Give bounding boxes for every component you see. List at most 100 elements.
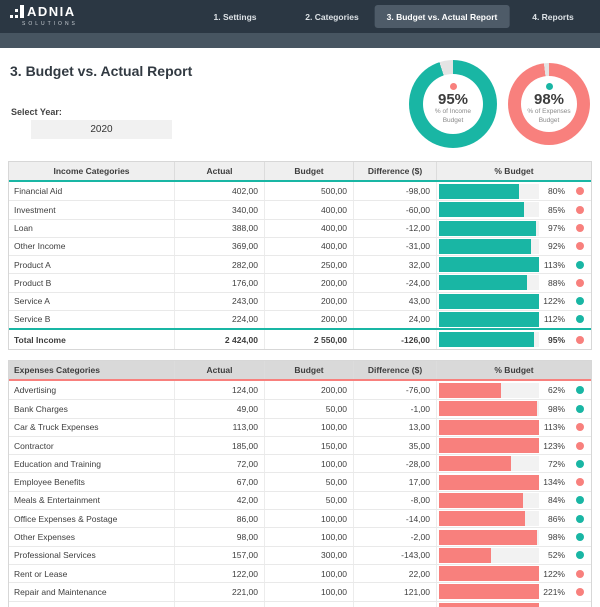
budget-cell: 300,00 — [265, 547, 354, 564]
nav-tab-3[interactable]: 3. Budget vs. Actual Report — [375, 5, 510, 28]
header-band — [0, 33, 600, 48]
actual-cell: 176,00 — [175, 274, 265, 291]
status-dot — [576, 478, 584, 486]
budget-cell: 150,00 — [265, 437, 354, 454]
actual-cell: 86,00 — [175, 510, 265, 527]
pct-budget-bar-track — [439, 294, 539, 309]
pct-budget-bar-track — [439, 383, 539, 398]
pct-budget-bar-track — [439, 420, 539, 435]
budget-cell: 400,00 — [265, 220, 354, 237]
status-dot — [576, 206, 584, 214]
nav-tab-4[interactable]: 4. Reports — [532, 0, 574, 33]
status-dot — [576, 261, 584, 269]
category-cell: Employee Benefits — [9, 473, 175, 490]
difference-cell: -60,00 — [354, 201, 437, 218]
expenses-table: Expenses CategoriesActualBudgetDifferenc… — [8, 360, 592, 607]
difference-cell: 43,00 — [354, 293, 437, 310]
pct-budget-cell: 221% — [437, 583, 591, 600]
pct-budget-bar-track — [439, 456, 539, 471]
budget-cell: 100,00 — [265, 419, 354, 436]
pct-budget-bar-track — [439, 312, 539, 327]
income-budget-donut-chart: 95% % of Income Budget — [409, 60, 497, 148]
donut-marker-dot — [450, 83, 457, 90]
table-row: Meals & Entertainment 42,00 50,00 -8,00 … — [9, 491, 591, 509]
table-row: Product B 176,00 200,00 -24,00 88% — [9, 273, 591, 291]
budget-cell: 2 550,00 — [265, 330, 354, 349]
table-row: Rent or Lease 122,00 100,00 22,00 122% — [9, 564, 591, 582]
difference-cell: 22,00 — [354, 565, 437, 582]
pct-budget-cell: 80% — [437, 182, 591, 200]
brand-subtitle: SOLUTIONS — [10, 21, 78, 27]
budget-cell: 400,00 — [265, 238, 354, 255]
category-cell: Advertising — [9, 381, 175, 399]
budget-cell: 50,00 — [265, 473, 354, 490]
income-table-header: Income CategoriesActualBudgetDifference … — [9, 162, 591, 182]
donut-center: 98% % of Expenses Budget — [521, 76, 577, 132]
pct-budget-value: 112% — [539, 314, 565, 324]
column-header: Budget — [265, 162, 354, 180]
pct-budget-bar-track — [439, 566, 539, 581]
status-dot — [576, 423, 584, 431]
status-dot — [576, 224, 584, 232]
pct-budget-bar — [439, 493, 523, 508]
pct-budget-bar-track — [439, 275, 539, 290]
status-dot — [576, 460, 584, 468]
actual-cell: 2 424,00 — [175, 330, 265, 349]
pct-budget-bar — [439, 566, 539, 581]
pct-budget-cell: 122% — [437, 565, 591, 582]
pct-budget-cell: 98% — [437, 400, 591, 417]
budget-cell: 100,00 — [265, 565, 354, 582]
status-dot — [576, 242, 584, 250]
column-header: % Budget — [437, 361, 591, 379]
pct-budget-value: 113% — [539, 260, 565, 270]
difference-cell: 24,00 — [354, 311, 437, 328]
table-row: Financial Aid 402,00 500,00 -98,00 80% — [9, 182, 591, 200]
pct-budget-bar-track — [439, 202, 539, 217]
pct-budget-value: 122% — [539, 569, 565, 579]
status-dot — [576, 336, 584, 344]
status-dot — [576, 496, 584, 504]
pct-budget-bar-track — [439, 239, 539, 254]
table-row: Product A 282,00 250,00 32,00 113% — [9, 255, 591, 273]
pct-budget-bar — [439, 511, 525, 526]
table-row: Service B 224,00 200,00 24,00 112% — [9, 310, 591, 328]
pct-budget-bar-track — [439, 475, 539, 490]
actual-cell — [175, 602, 265, 607]
pct-budget-bar-track — [439, 603, 539, 607]
budget-cell: 200,00 — [265, 274, 354, 291]
year-selector[interactable]: 2020 — [31, 120, 172, 139]
actual-cell: 402,00 — [175, 182, 265, 200]
status-dot — [576, 279, 584, 287]
donut-percent-value: 95% — [438, 91, 468, 108]
column-header: Budget — [265, 361, 354, 379]
pct-budget-bar-track — [439, 548, 539, 563]
table-row: Investment 340,00 400,00 -60,00 85% — [9, 200, 591, 218]
pct-budget-cell: 95% — [437, 330, 591, 349]
category-cell: Contractor — [9, 437, 175, 454]
pct-budget-bar — [439, 530, 537, 545]
pct-budget-cell: 86% — [437, 510, 591, 527]
category-cell: Total Income — [9, 330, 175, 349]
pct-budget-value: 95% — [539, 335, 565, 345]
pct-budget-cell: 123% — [437, 437, 591, 454]
pct-budget-bar-track — [439, 221, 539, 236]
pct-budget-cell: 98% — [437, 528, 591, 545]
category-cell: Product B — [9, 274, 175, 291]
category-cell: Education and Training — [9, 455, 175, 472]
budget-cell: 250,00 — [265, 256, 354, 273]
pct-budget-value: 123% — [539, 441, 565, 451]
budget-cell: 200,00 — [265, 293, 354, 310]
pct-budget-cell: 62% — [437, 381, 591, 399]
nav-tab-2[interactable]: 2. Categories — [305, 0, 358, 33]
pct-budget-value: 52% — [539, 550, 565, 560]
pct-budget-value: 86% — [539, 514, 565, 524]
table-row: Total Income 2 424,00 2 550,00 -126,00 9… — [9, 328, 591, 349]
nav-tab-1[interactable]: 1. Settings — [214, 0, 257, 33]
category-cell — [9, 602, 175, 607]
category-cell: Meals & Entertainment — [9, 492, 175, 509]
year-selector-label: Select Year: — [11, 107, 62, 117]
pct-budget-bar — [439, 239, 531, 254]
pct-budget-value: 122% — [539, 296, 565, 306]
table-row: Loan 388,00 400,00 -12,00 97% — [9, 219, 591, 237]
table-row: Contractor 185,00 150,00 35,00 123% — [9, 436, 591, 454]
